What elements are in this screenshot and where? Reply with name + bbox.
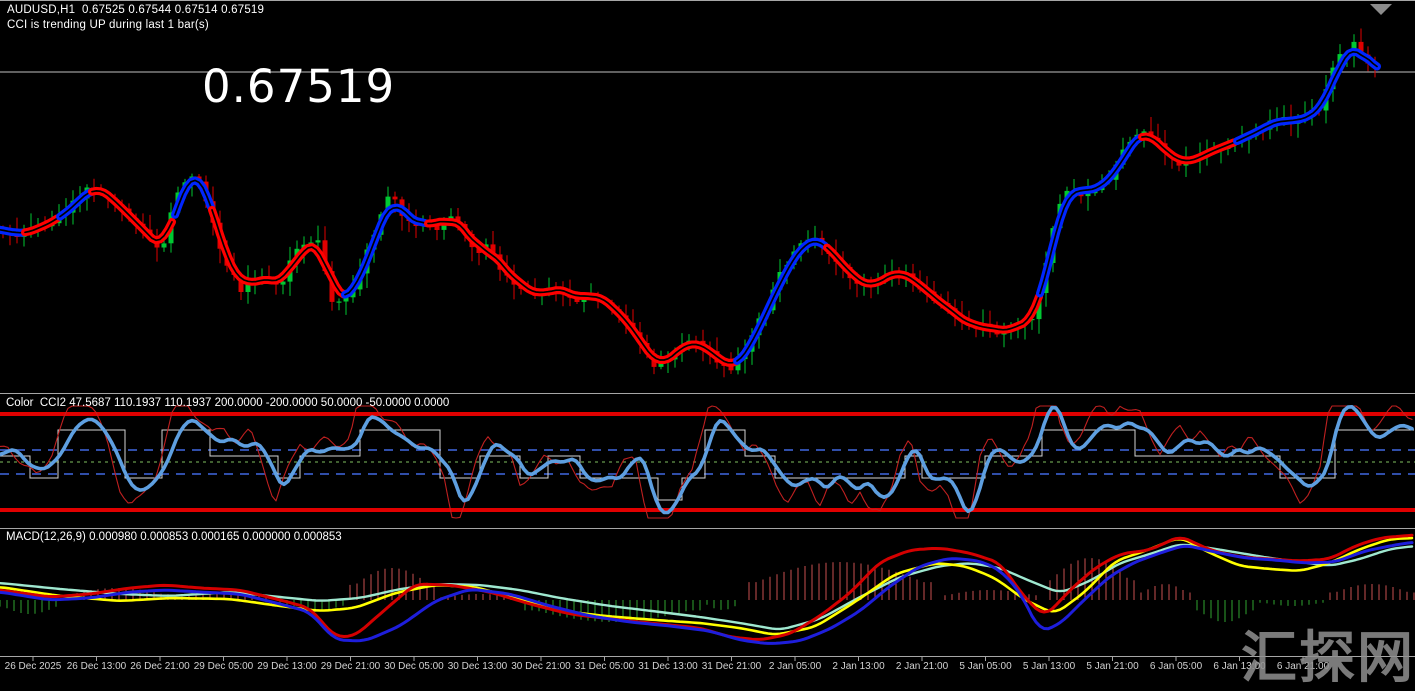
cci-indicator-label: Color CCI2 47.5687 110.1937 110.1937 200… <box>6 397 449 409</box>
time-axis-label: 31 Dec 05:00 <box>575 661 635 672</box>
time-axis-label: 29 Dec 13:00 <box>257 661 317 672</box>
indicator-alert-text: CCI is trending UP during last 1 bar(s) <box>7 19 209 31</box>
macd-layer <box>0 535 1414 643</box>
time-axis-label: 5 Jan 13:00 <box>1023 661 1075 672</box>
cci-layer <box>0 406 1415 518</box>
time-axis-label: 31 Dec 21:00 <box>702 661 762 672</box>
time-axis-label: 6 Jan 05:00 <box>1150 661 1202 672</box>
current-price-label: 0.67519 <box>202 62 395 112</box>
symbol-ohlc-header: AUDUSD,H1 0.67525 0.67544 0.67514 0.6751… <box>7 4 264 16</box>
time-axis-label: 26 Dec 2025 <box>5 661 62 672</box>
time-axis-label: 30 Dec 05:00 <box>384 661 444 672</box>
chart-window: AUDUSD,H1 0.67525 0.67544 0.67514 0.6751… <box>0 0 1415 680</box>
time-axis-label: 26 Dec 13:00 <box>67 661 127 672</box>
time-axis-label: 5 Jan 21:00 <box>1086 661 1138 672</box>
macd-indicator-label: MACD(12,26,9) 0.000980 0.000853 0.000165… <box>6 531 342 543</box>
time-axis-label: 2 Jan 05:00 <box>769 661 821 672</box>
time-axis-label: 30 Dec 13:00 <box>448 661 508 672</box>
time-axis-label: 31 Dec 13:00 <box>638 661 698 672</box>
time-axis-label: 26 Dec 21:00 <box>130 661 190 672</box>
time-axis-label: 2 Jan 21:00 <box>896 661 948 672</box>
time-axis-label: 30 Dec 21:00 <box>511 661 571 672</box>
time-axis-label: 29 Dec 05:00 <box>194 661 254 672</box>
time-axis-label: 29 Dec 21:00 <box>321 661 381 672</box>
cci-step-wave <box>0 430 1414 500</box>
watermark-text: 汇探网 <box>1241 631 1415 687</box>
scroll-to-end-arrow-icon[interactable] <box>1370 4 1392 15</box>
time-axis-label: 5 Jan 05:00 <box>959 661 1011 672</box>
time-axis[interactable]: 26 Dec 2025 26 Dec 13:0026 Dec 21:00 29 De… <box>0 659 1415 680</box>
time-axis-label: 2 Jan 13:00 <box>832 661 884 672</box>
